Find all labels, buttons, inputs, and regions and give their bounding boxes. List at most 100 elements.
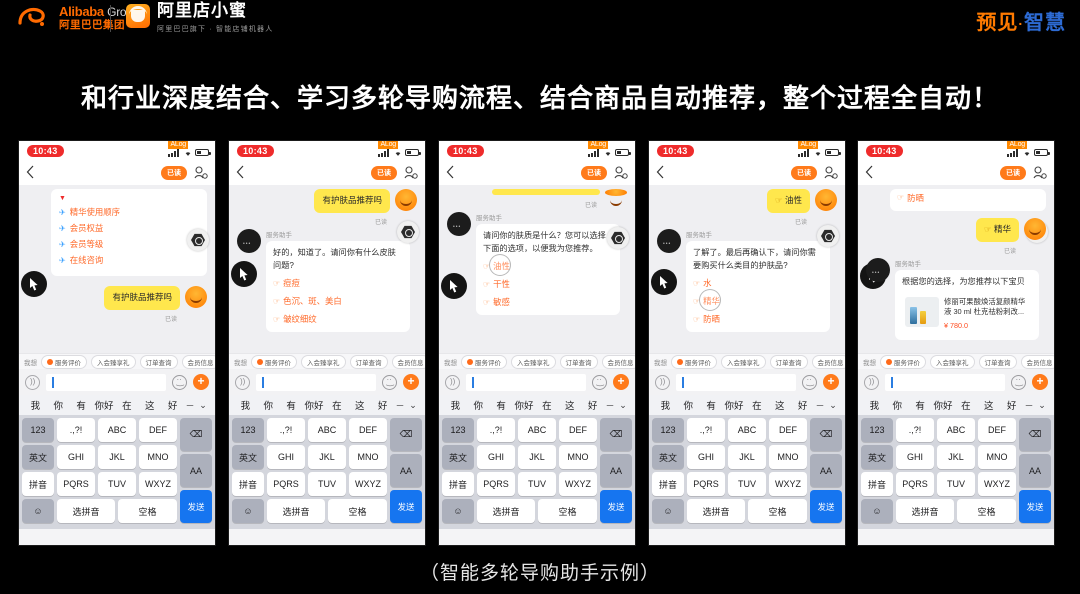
suggestion[interactable]: 你 [257,398,280,412]
suggestion[interactable]: 你好 [303,398,326,412]
key-space[interactable]: 空格 [956,499,1016,523]
key-mno[interactable]: MNO [349,445,387,469]
key-123[interactable]: 123 [232,418,264,442]
key-jkl[interactable]: JKL [308,445,346,469]
suggestion[interactable]: 你好 [513,398,536,412]
backspace-icon[interactable]: ⌫ [810,418,842,451]
key-pinyin[interactable]: 拼音 [232,472,264,496]
chip-service-rating[interactable]: 服务评价 [671,354,717,369]
key-wxyz[interactable]: WXYZ [769,472,807,496]
key-english[interactable]: 英文 [442,445,474,469]
ai-agent-badge[interactable] [187,229,209,251]
key-def[interactable]: DEF [769,418,807,442]
profile-icon[interactable] [613,165,628,180]
bot-option[interactable]: ☞ 色沉、斑、美白 [273,295,403,308]
key-select-pinyin[interactable]: 选拼音 [896,499,954,523]
key-space[interactable]: 空格 [327,499,387,523]
minus-icon[interactable]: － [184,399,196,412]
voice-input-icon[interactable] [25,374,40,390]
back-icon[interactable] [236,165,244,179]
key-wxyz[interactable]: WXYZ [139,472,177,496]
suggestion[interactable]: 这 [558,398,581,412]
key-english[interactable]: 英文 [22,445,54,469]
key-select-pinyin[interactable]: 选拼音 [477,499,535,523]
key-select-pinyin[interactable]: 选拼音 [687,499,745,523]
voice-input-icon[interactable] [445,374,460,390]
bot-option-tapped[interactable]: ☞ 油性 [483,254,613,277]
message-input[interactable] [885,373,1005,391]
menu-item[interactable]: ✈ 精华使用顺序 [59,206,199,218]
backspace-icon[interactable]: ⌫ [390,418,422,451]
key-aa[interactable]: AA [390,454,422,487]
key-pqrs[interactable]: PQRS [267,472,305,496]
menu-item[interactable]: ✈ 在线咨询 [59,254,199,266]
chip-member-gift[interactable]: 入会臻享礼 [511,354,556,369]
chevron-down-icon[interactable]: ⌄ [1035,400,1049,411]
suggestion[interactable]: 这 [768,398,791,412]
key-wxyz[interactable]: WXYZ [559,472,597,496]
suggestion[interactable]: 你 [467,398,490,412]
chip-order-query[interactable]: 订单查询 [978,354,1017,369]
suggestion[interactable]: 在 [325,398,348,412]
emoji-icon[interactable] [802,374,817,390]
emoji-icon[interactable] [172,374,187,390]
chip-order-query[interactable]: 订单查询 [769,354,808,369]
suggestion[interactable]: 我 [863,398,886,412]
bot-option[interactable]: ☞ 干性 [483,278,613,291]
minus-icon[interactable]: － [604,399,616,412]
key-123[interactable]: 123 [861,418,893,442]
key-aa[interactable]: AA [810,454,842,487]
message-input[interactable] [46,373,166,391]
key-wxyz[interactable]: WXYZ [978,472,1016,496]
chevron-down-icon[interactable]: ⌄ [826,400,840,411]
suggestion[interactable]: 有 [70,398,93,412]
emoji-icon[interactable] [382,374,397,390]
key-english[interactable]: 英文 [652,445,684,469]
suggestion[interactable]: 你好 [93,398,116,412]
key-abc[interactable]: ABC [518,418,556,442]
back-icon[interactable] [865,165,873,179]
key-123[interactable]: 123 [22,418,54,442]
suggestion[interactable]: 好 [791,398,814,412]
key-mno[interactable]: MNO [139,445,177,469]
key-aa[interactable]: AA [1019,454,1051,487]
key-tuv[interactable]: TUV [308,472,346,496]
key-pinyin[interactable]: 拼音 [652,472,684,496]
suggestion[interactable]: 在 [745,398,768,412]
key-ghi[interactable]: GHI [57,445,95,469]
more-actions-button[interactable]: + [1032,374,1048,390]
bot-option-tapped[interactable]: ☞ 精华 [693,289,823,312]
key-mno[interactable]: MNO [978,445,1016,469]
suggestion[interactable]: 这 [348,398,371,412]
bot-option[interactable]: ☞ 防晒 [897,192,1039,205]
chip-member-info[interactable]: 会员信息 [601,354,635,369]
voice-input-icon[interactable] [655,374,670,390]
send-button[interactable]: 发送 [1019,490,1051,523]
key-emoji[interactable]: ☺ [232,499,264,523]
key-punct[interactable]: .,?! [267,418,305,442]
bot-option[interactable]: ☞ 痘痘 [273,277,403,290]
key-tuv[interactable]: TUV [98,472,136,496]
chip-member-gift[interactable]: 入会臻享礼 [930,354,975,369]
suggestion[interactable]: 好 [1000,398,1023,412]
more-actions-button[interactable]: + [193,374,209,390]
suggestion[interactable]: 有 [700,398,723,412]
key-punct[interactable]: .,?! [896,418,934,442]
chip-service-rating[interactable]: 服务评价 [461,354,507,369]
key-tuv[interactable]: TUV [728,472,766,496]
chip-member-info[interactable]: 会员信息 [181,354,215,369]
profile-icon[interactable] [403,165,418,180]
chip-member-info[interactable]: 会员信息 [1020,354,1054,369]
key-select-pinyin[interactable]: 选拼音 [57,499,115,523]
backspace-icon[interactable]: ⌫ [180,418,212,451]
suggestion[interactable]: 这 [138,398,161,412]
key-pqrs[interactable]: PQRS [687,472,725,496]
chip-service-rating[interactable]: 服务评价 [251,354,297,369]
suggestion[interactable]: 好 [161,398,184,412]
key-pinyin[interactable]: 拼音 [442,472,474,496]
key-123[interactable]: 123 [652,418,684,442]
key-pinyin[interactable]: 拼音 [861,472,893,496]
key-emoji[interactable]: ☺ [861,499,893,523]
send-button[interactable]: 发送 [600,490,632,523]
send-button[interactable]: 发送 [180,490,212,523]
